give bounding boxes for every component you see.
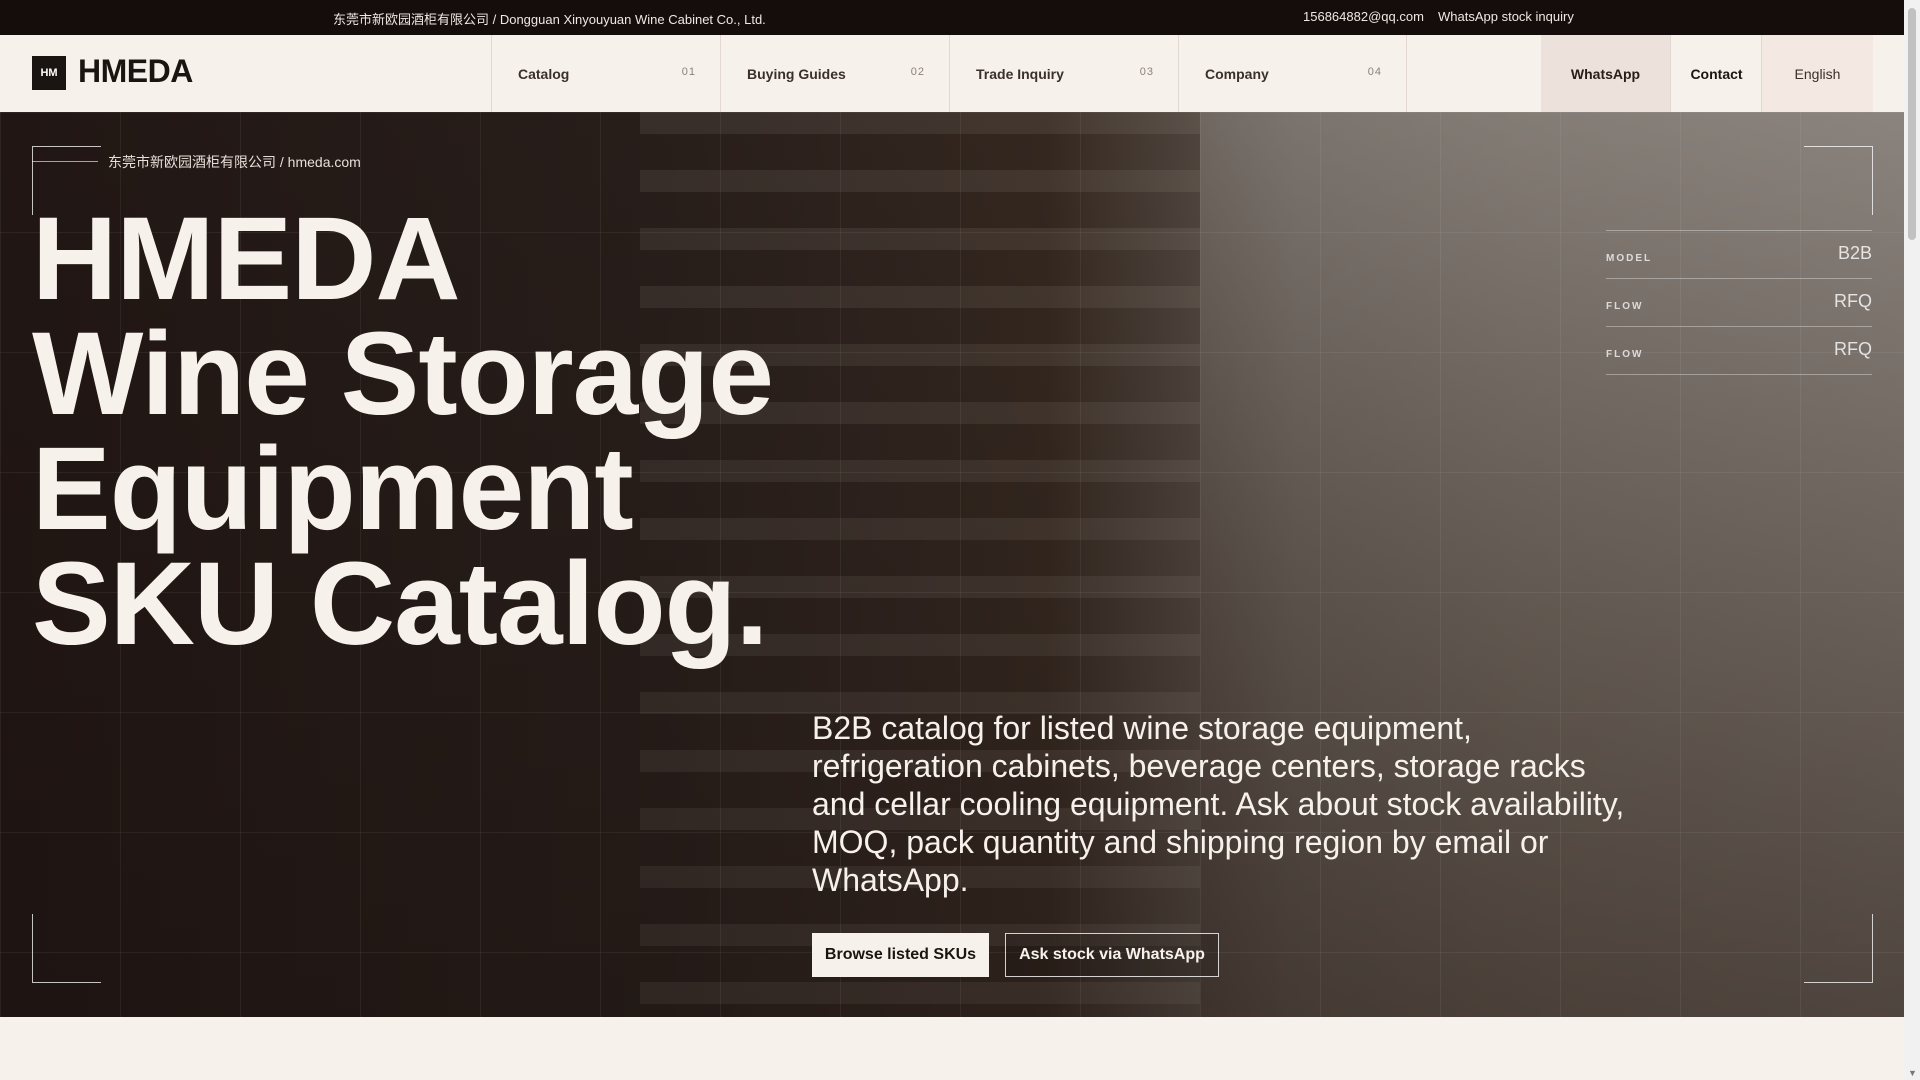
spec-key: MODEL [1606, 253, 1653, 264]
browse-skus-button[interactable]: Browse listed SKUs [812, 933, 989, 977]
page-scrollbar[interactable]: ▼ [1904, 0, 1920, 1080]
hero-title-line: HMEDA [32, 193, 461, 325]
nav-item-buying-guides[interactable]: Buying Guides 02 [720, 35, 949, 112]
hero-eyebrow: 东莞市新欧园酒柜有限公司 / hmeda.com [108, 154, 361, 170]
nav-label: Buying Guides [747, 66, 846, 82]
company-name: 东莞市新欧园酒柜有限公司 / Dongguan Xinyouyuan Wine … [333, 12, 766, 27]
nav-item-company[interactable]: Company 04 [1178, 35, 1407, 112]
whatsapp-button[interactable]: WhatsApp [1541, 35, 1670, 112]
nav-label: Company [1205, 66, 1269, 82]
nav-label: Catalog [518, 66, 570, 82]
nav-number: 01 [681, 66, 696, 78]
email-link[interactable]: 156864882@qq.com [1303, 9, 1424, 24]
main-nav: Catalog 01 Buying Guides 02 Trade Inquir… [491, 35, 1407, 112]
nav-item-trade-inquiry[interactable]: Trade Inquiry 03 [949, 35, 1178, 112]
scrollbar-thumb[interactable] [1908, 8, 1916, 240]
spec-value: B2B [1837, 243, 1872, 263]
whatsapp-inquiry-link[interactable]: WhatsApp stock inquiry [1438, 9, 1574, 24]
eyebrow-divider [32, 161, 98, 162]
spec-value: RFQ [1834, 291, 1872, 311]
ask-stock-whatsapp-button[interactable]: Ask stock via WhatsApp [1005, 933, 1219, 977]
spec-value: RFQ [1834, 339, 1872, 359]
corner-mark-bottom-left [32, 914, 101, 983]
hero-title-line: SKU Catalog. [32, 538, 768, 670]
contact-button[interactable]: Contact [1670, 35, 1762, 112]
corner-mark-bottom-right [1804, 914, 1873, 983]
hero-section: 东莞市新欧园酒柜有限公司 / hmeda.com HMEDA Wine Stor… [0, 112, 1904, 1017]
spec-divider [1606, 374, 1872, 375]
language-selector[interactable]: English [1761, 35, 1873, 112]
top-bar: 东莞市新欧园酒柜有限公司 / Dongguan Xinyouyuan Wine … [0, 0, 1904, 35]
logo-text[interactable]: HMEDA [78, 53, 193, 90]
scroll-down-arrow-icon[interactable]: ▼ [1908, 1068, 1917, 1078]
hero-title-line: Wine Storage [32, 308, 774, 440]
nav-label: Trade Inquiry [976, 66, 1064, 82]
spec-key: FLOW [1606, 301, 1644, 312]
hero-title-line: Equipment [32, 423, 634, 555]
nav-number: 04 [1367, 66, 1382, 78]
nav-number: 03 [1139, 66, 1154, 78]
nav-number: 02 [910, 66, 925, 78]
spec-row: FLOW RFQ [1606, 278, 1872, 327]
spec-row: FLOW RFQ [1606, 326, 1872, 375]
logo-mark[interactable]: HM [32, 56, 66, 90]
spec-row: MODEL B2B [1606, 230, 1872, 279]
site-header: HM HMEDA Catalog 01 Buying Guides 02 Tra… [0, 35, 1904, 113]
corner-mark-top-right [1804, 146, 1873, 215]
nav-item-catalog[interactable]: Catalog 01 [491, 35, 720, 112]
hero-title: HMEDA Wine Storage Equipment SKU Catalog… [32, 193, 774, 670]
next-section [0, 1017, 1904, 1080]
spec-key: FLOW [1606, 349, 1644, 360]
hero-description: B2B catalog for listed wine storage equi… [812, 710, 1625, 898]
